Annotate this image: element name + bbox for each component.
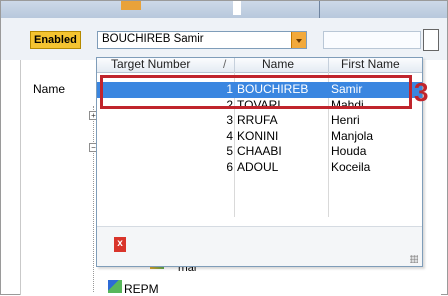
cell-target-number: 5 <box>226 144 233 158</box>
list-row[interactable]: 3 RRUFA Henri <box>97 113 422 129</box>
target-combo[interactable]: BOUCHIREB Samir <box>97 31 307 49</box>
list-row[interactable]: 4 KONINI Manjola <box>97 129 422 145</box>
col-header-target-number[interactable]: Target Number <box>111 58 190 71</box>
clear-selection-button[interactable]: x <box>114 237 126 252</box>
header-gap <box>233 1 241 15</box>
top-header-strip <box>1 1 447 19</box>
repm-icon <box>108 280 122 293</box>
cell-name: CHAABI <box>237 144 282 158</box>
sort-indicator-icon: / <box>223 57 227 71</box>
cell-target-number: 3 <box>226 113 233 127</box>
dropdown-arrow-icon[interactable] <box>291 32 306 48</box>
resize-grip-icon[interactable] <box>410 255 418 263</box>
list-row[interactable]: 6 ADOUL Koceila <box>97 160 422 176</box>
annotation-number: 3 <box>414 77 429 107</box>
name-column-label: Name <box>33 82 66 96</box>
header-divider[interactable] <box>234 58 235 72</box>
header-separator <box>319 1 320 18</box>
cell-first-name: Houda <box>331 144 367 158</box>
cell-first-name: Manjola <box>331 128 374 143</box>
cell-target-number: 4 <box>226 128 233 143</box>
col-header-name[interactable]: Name <box>262 58 294 71</box>
cell-first-name: Henri <box>331 113 360 127</box>
col-header-first-name[interactable]: First Name <box>341 58 400 71</box>
header-accent <box>121 1 141 10</box>
target-combo-value: BOUCHIREB Samir <box>102 33 204 45</box>
tree-connector-line <box>93 106 94 292</box>
cell-target-number: 6 <box>226 159 233 174</box>
cell-first-name: Koceila <box>331 159 371 174</box>
enabled-badge[interactable]: Enabled <box>30 31 81 49</box>
cell-name: RRUFA <box>237 113 278 127</box>
side-button[interactable] <box>423 29 439 51</box>
cell-name: ADOUL <box>237 159 279 174</box>
header-divider[interactable] <box>328 58 329 72</box>
annotation-highlight-box <box>100 75 412 109</box>
cell-name: KONINI <box>237 128 279 143</box>
secondary-field[interactable] <box>323 31 421 49</box>
tree-item-repm[interactable]: REPM <box>124 282 159 296</box>
list-row[interactable]: 5 CHAABI Houda <box>97 144 422 160</box>
dropdown-footer: x <box>97 226 422 266</box>
dropdown-header: Target Number / Name First Name <box>97 58 422 73</box>
